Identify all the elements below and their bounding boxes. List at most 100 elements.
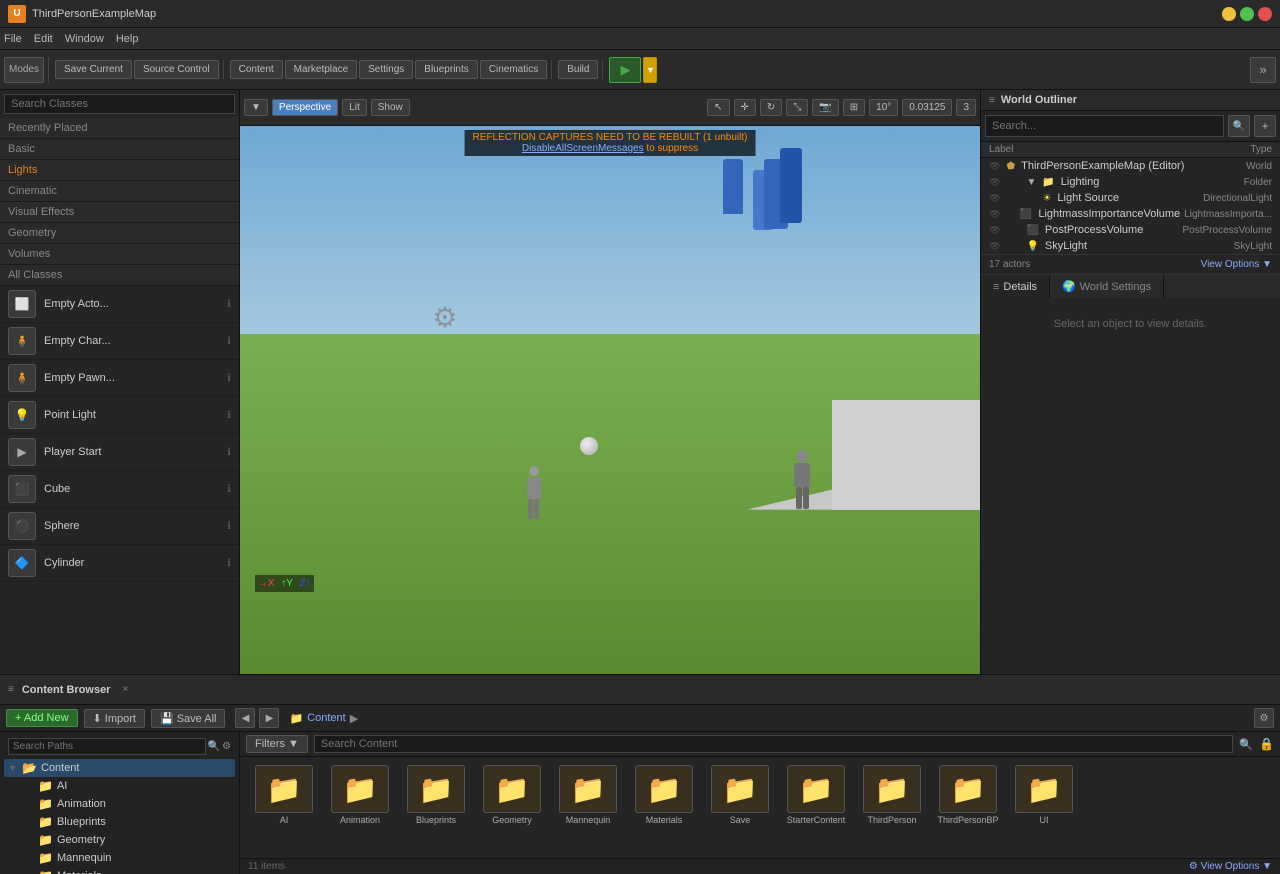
save-current-button[interactable]: Save Current (55, 60, 132, 79)
category-geometry[interactable]: Geometry (0, 223, 239, 244)
cam-speed-value[interactable]: 3 (956, 99, 976, 116)
outliner-search-input[interactable] (985, 115, 1224, 137)
nav-back[interactable]: ◀ (235, 708, 255, 728)
camera-speed[interactable]: 📷 (812, 99, 838, 116)
folder-geometry[interactable]: 📁 Geometry (476, 765, 548, 825)
tree-mannequin[interactable]: 📁 Mannequin (20, 849, 235, 867)
folder-blueprints[interactable]: 📁 Blueprints (400, 765, 472, 825)
outliner-item-lightsource[interactable]: 👁 ☀ Light Source DirectionalLight (981, 190, 1280, 206)
folder-third-person[interactable]: 📁 ThirdPerson (856, 765, 928, 825)
folder-ui[interactable]: 📁 UI (1008, 765, 1080, 825)
category-volumes[interactable]: Volumes (0, 244, 239, 265)
cylinder-info[interactable]: ℹ (227, 558, 231, 569)
menu-edit[interactable]: Edit (34, 33, 53, 45)
tree-ai[interactable]: 📁 AI (20, 777, 235, 795)
category-recently-placed[interactable]: Recently Placed (0, 118, 239, 139)
place-item-player-start[interactable]: ▶ Player Start ℹ (0, 434, 239, 471)
folder-ai[interactable]: 📁 AI (248, 765, 320, 825)
place-item-empty-char[interactable]: 🧍 Empty Char... ℹ (0, 323, 239, 360)
cube-info[interactable]: ℹ (227, 484, 231, 495)
scale-snap-value[interactable]: 0.03125 (902, 99, 952, 116)
scale-tool[interactable]: ⤡ (786, 99, 808, 116)
eye-icon-map[interactable]: 👁 (989, 161, 1000, 172)
empty-actor-info[interactable]: ℹ (227, 299, 231, 310)
outliner-item-lightmass[interactable]: 👁 ⬛ LightmassImportanceVolume LightmassI… (981, 206, 1280, 222)
search-content-input[interactable] (314, 735, 1233, 753)
eye-icon-lighting[interactable]: 👁 (989, 177, 1000, 188)
outliner-view-options[interactable]: View Options ▼ (1201, 259, 1272, 270)
play-button[interactable]: ▶ (609, 57, 641, 83)
cinematics-button[interactable]: Cinematics (480, 60, 547, 79)
marketplace-button[interactable]: Marketplace (285, 60, 357, 79)
perspective-button[interactable]: Perspective (272, 99, 338, 116)
category-visual-effects[interactable]: Visual Effects (0, 202, 239, 223)
place-item-point-light[interactable]: 💡 Point Light ℹ (0, 397, 239, 434)
build-button[interactable]: Build (558, 60, 598, 79)
menu-window[interactable]: Window (65, 33, 104, 45)
place-item-empty-actor[interactable]: ⬜ Empty Acto... ℹ (0, 286, 239, 323)
menu-help[interactable]: Help (116, 33, 139, 45)
outliner-item-postprocess[interactable]: 👁 ⬛ PostProcessVolume PostProcessVolume (981, 222, 1280, 238)
outliner-item-map[interactable]: 👁 ⬟ ThirdPersonExampleMap (Editor) World (981, 158, 1280, 174)
folder-starter-content[interactable]: 📁 StarterContent (780, 765, 852, 825)
add-new-button[interactable]: + Add New (6, 709, 78, 727)
content-path-label[interactable]: Content (307, 712, 346, 724)
category-cinematic[interactable]: Cinematic (0, 181, 239, 202)
content-button[interactable]: Content (230, 60, 283, 79)
eye-icon-lightmass[interactable]: 👁 (989, 209, 1000, 220)
cb-view-options[interactable]: ⚙ View Options ▼ (1189, 861, 1272, 872)
eye-icon-postprocess[interactable]: 👁 (989, 225, 1000, 236)
folder-materials[interactable]: 📁 Materials (628, 765, 700, 825)
rotate-tool[interactable]: ↻ (760, 99, 782, 116)
modes-button[interactable]: Modes (4, 57, 44, 83)
outliner-item-lighting[interactable]: 👁 ▼ 📁 Lighting Folder (981, 174, 1280, 190)
empty-char-info[interactable]: ℹ (227, 336, 231, 347)
settings-button[interactable]: Settings (359, 60, 413, 79)
expand-toolbar-button[interactable]: » (1250, 57, 1276, 83)
tree-geometry[interactable]: 📁 Geometry (20, 831, 235, 849)
tree-materials[interactable]: 📁 Materials (20, 867, 235, 874)
category-lights[interactable]: Lights (0, 160, 239, 181)
category-basic[interactable]: Basic (0, 139, 239, 160)
cb-lock-icon[interactable]: 🔒 (1259, 737, 1274, 751)
folder-mannequin[interactable]: 📁 Mannequin (552, 765, 624, 825)
lit-button[interactable]: Lit (342, 99, 367, 116)
search-icon[interactable]: 🔍 (208, 741, 220, 752)
maximize-button[interactable] (1240, 7, 1254, 21)
outliner-item-skylight[interactable]: 👁 💡 SkyLight SkyLight (981, 238, 1280, 254)
folder-save[interactable]: 📁 Save (704, 765, 776, 825)
tab-world-settings[interactable]: 🌍 World Settings (1050, 275, 1164, 298)
tree-animation[interactable]: 📁 Animation (20, 795, 235, 813)
outliner-search-icon[interactable]: 🔍 (1228, 115, 1250, 137)
point-light-info[interactable]: ℹ (227, 410, 231, 421)
eye-icon-skylight[interactable]: 👁 (989, 241, 1000, 252)
place-item-cylinder[interactable]: 🔷 Cylinder ℹ (0, 545, 239, 582)
grid-snap[interactable]: ⊞ (843, 99, 865, 116)
filters-button[interactable]: Filters ▼ (246, 735, 308, 753)
play-options-button[interactable]: ▼ (643, 57, 657, 83)
move-tool[interactable]: ✛ (734, 99, 756, 116)
tree-content-root[interactable]: ▼ 📂 Content (4, 759, 235, 777)
folder-third-person-bp[interactable]: 📁 ThirdPersonBP (932, 765, 1004, 825)
menu-file[interactable]: File (4, 33, 22, 45)
sphere-info[interactable]: ℹ (227, 521, 231, 532)
search-paths-input[interactable] (8, 738, 206, 755)
place-item-sphere[interactable]: ⚫ Sphere ℹ (0, 508, 239, 545)
nav-forward[interactable]: ▶ (259, 708, 279, 728)
eye-icon-lightsource[interactable]: 👁 (989, 193, 1000, 204)
viewport[interactable]: ⚙ →X ↑Y Z↑ REFLECTION CAPTURES NEED TO B… (240, 126, 980, 674)
viewport-dropdown[interactable]: ▼ (244, 99, 268, 116)
angle-snap-value[interactable]: 10° (869, 99, 898, 116)
save-all-button[interactable]: 💾 Save All (151, 709, 226, 728)
outliner-add-icon[interactable]: + (1254, 115, 1276, 137)
empty-pawn-info[interactable]: ℹ (227, 373, 231, 384)
search-classes-input[interactable] (4, 94, 235, 114)
place-item-cube[interactable]: ⬛ Cube ℹ (0, 471, 239, 508)
show-button[interactable]: Show (371, 99, 410, 116)
blueprints-button[interactable]: Blueprints (415, 60, 477, 79)
search-content-icon[interactable]: 🔍 (1239, 738, 1253, 751)
select-tool[interactable]: ↖ (707, 99, 729, 116)
cb-settings-icon[interactable]: ⚙ (1254, 708, 1274, 728)
disable-messages-link[interactable]: DisableAllScreenMessages (522, 143, 644, 154)
category-all-classes[interactable]: All Classes (0, 265, 239, 286)
